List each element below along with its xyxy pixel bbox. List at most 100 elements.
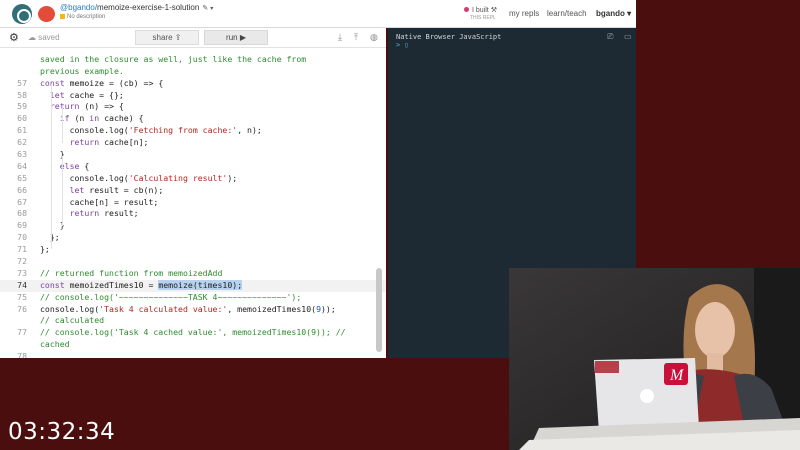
code-line[interactable]: 57 const memoize = (cb) => { [0, 78, 386, 90]
code-text[interactable]: return cache[n]; [40, 137, 149, 149]
code-text[interactable]: console.log('Task 4 calculated value:', … [40, 304, 336, 316]
code-line[interactable]: 64 else { [0, 161, 386, 173]
repo-owner-link[interactable]: @bgando/ [60, 3, 97, 12]
line-number: 66 [17, 184, 27, 195]
line-number: 62 [17, 137, 27, 148]
code-line[interactable]: // calculated [0, 315, 386, 327]
code-line[interactable]: 76 console.log('Task 4 calculated value:'… [0, 304, 386, 316]
chevron-down-icon[interactable]: ▾ [210, 6, 213, 12]
code-line[interactable]: cached [0, 339, 386, 351]
code-text[interactable]: }; [40, 232, 60, 244]
code-line[interactable]: 78 [0, 351, 386, 358]
presenter-image: M [509, 268, 800, 450]
code-text[interactable]: let cache = {}; [40, 90, 124, 102]
code-text[interactable]: saved in the closure as well, just like … [40, 54, 306, 66]
code-text[interactable]: }; [40, 244, 50, 256]
nav-learn-teach-link[interactable]: learn/teach [547, 9, 587, 18]
code-text[interactable]: const memoizedTimes10 = memoize(times10)… [40, 279, 243, 292]
editor-scrollbar[interactable] [376, 268, 382, 352]
code-line[interactable]: 60 if (n in cache) { [0, 113, 386, 125]
repl-logo-icon[interactable] [12, 4, 32, 24]
screen: @bgando/memoize-exercise-1-solution ✎ ▾ No… [0, 0, 800, 450]
hammer-icon: ⚒ [490, 7, 497, 14]
code-text[interactable]: return result; [40, 208, 139, 220]
saved-status: ☁ saved [28, 33, 60, 42]
code-line[interactable]: 63 } [0, 149, 386, 161]
code-line[interactable]: 72 [0, 256, 386, 268]
avatar[interactable] [38, 6, 55, 22]
code-line[interactable]: 58 let cache = {}; [0, 90, 386, 102]
line-number: 65 [17, 172, 27, 183]
heart-icon [464, 7, 469, 12]
built-label: I built [472, 7, 489, 14]
code-area[interactable]: saved in the closure as well, just like … [0, 48, 386, 358]
code-line[interactable]: 77 // console.log('Task 4 cached value:',… [0, 327, 386, 339]
code-text[interactable]: // calculated [40, 315, 104, 327]
line-number: 77 [17, 327, 27, 338]
console-prompt[interactable]: > ▯ [396, 41, 409, 49]
code-line[interactable]: 65 console.log('Calculating result'); [0, 173, 386, 185]
code-text[interactable]: cached [40, 339, 70, 351]
share-label: share [152, 33, 173, 42]
code-text[interactable]: // console.log('~~~~~~~~~~~~~~TASK 4~~~~… [40, 292, 301, 304]
code-line[interactable]: 68 return result; [0, 208, 386, 220]
editor-toolbar: ⚙ ☁ saved share ⇪ run ▶ ⤓ ⤒ ◍ [0, 28, 386, 48]
indent-guide [62, 108, 63, 143]
code-line[interactable]: saved in the closure as well, just like … [0, 54, 386, 66]
code-text[interactable]: cache[n] = result; [40, 197, 159, 209]
upload-icon[interactable]: ⤒ [354, 32, 358, 43]
code-text[interactable]: previous example. [40, 66, 124, 78]
code-text[interactable]: return (n) => { [40, 101, 124, 113]
share-button[interactable]: share ⇪ [135, 30, 199, 45]
indent-guide [51, 84, 52, 249]
code-text[interactable]: if (n in cache) { [40, 113, 144, 125]
code-line[interactable]: 66 let result = cb(n); [0, 185, 386, 197]
code-line[interactable]: previous example. [0, 66, 386, 78]
line-number: 64 [17, 160, 27, 171]
built-badge[interactable]: I built ⚒ [464, 6, 497, 14]
code-line[interactable]: 62 return cache[n]; [0, 137, 386, 149]
terminal-toggle-icon[interactable]: ▭ [624, 32, 632, 41]
code-text[interactable]: // returned function from memoizedAdd [40, 268, 222, 280]
code-text[interactable]: console.log('Fetching from cache:', n); [40, 125, 262, 137]
line-number: 75 [17, 291, 27, 302]
run-button[interactable]: run ▶ [204, 30, 268, 45]
elapsed-timer: 03:32:34 [8, 419, 116, 445]
lock-icon [60, 14, 65, 19]
line-number: 59 [17, 101, 27, 112]
repo-title: @bgando/memoize-exercise-1-solution ✎ ▾ [60, 3, 213, 12]
code-line[interactable]: 71}; [0, 244, 386, 256]
code-text[interactable]: console.log('Calculating result'); [40, 173, 238, 185]
line-number: 73 [17, 267, 27, 278]
user-menu[interactable]: bgando ▾ [596, 9, 631, 18]
line-number: 76 [17, 303, 27, 314]
nav-my-repls-link[interactable]: my repls [509, 9, 539, 18]
line-number: 69 [17, 220, 27, 231]
code-line[interactable]: 67 cache[n] = result; [0, 197, 386, 209]
code-text[interactable]: const memoize = (cb) => { [40, 78, 163, 90]
line-number: 71 [17, 244, 27, 255]
code-line[interactable]: 70 }; [0, 232, 386, 244]
top-bar: @bgando/memoize-exercise-1-solution ✎ ▾ No… [0, 0, 636, 28]
download-icon[interactable]: ⤓ [338, 32, 342, 43]
code-text[interactable]: } [40, 220, 65, 232]
indent-guide [62, 156, 63, 226]
code-line[interactable]: 69 } [0, 220, 386, 232]
pencil-icon[interactable]: ✎ [202, 5, 208, 12]
code-text[interactable]: // console.log('Task 4 cached value:', m… [40, 327, 346, 339]
code-line[interactable]: 61 console.log('Fetching from cache:', n… [0, 125, 386, 137]
code-line[interactable]: 73 // returned function from memoizedAdd [0, 268, 386, 280]
palette-icon[interactable]: ◍ [370, 32, 378, 43]
code-text[interactable]: else { [40, 161, 90, 173]
line-number: 60 [17, 113, 27, 124]
gear-icon[interactable]: ⚙ [9, 31, 19, 44]
code-line[interactable]: 75 // console.log('~~~~~~~~~~~~~~TASK 4~~… [0, 292, 386, 304]
code-text[interactable]: } [40, 149, 65, 161]
code-line[interactable]: 74 const memoizedTimes10 = memoize(times1… [0, 279, 386, 292]
code-editor[interactable]: saved in the closure as well, just like … [0, 48, 386, 358]
clear-console-icon[interactable]: ⎚ [607, 32, 613, 42]
line-number: 72 [17, 256, 27, 267]
saved-label: saved [38, 33, 60, 42]
code-line[interactable]: 59 return (n) => { [0, 101, 386, 113]
code-text[interactable]: let result = cb(n); [40, 185, 164, 197]
